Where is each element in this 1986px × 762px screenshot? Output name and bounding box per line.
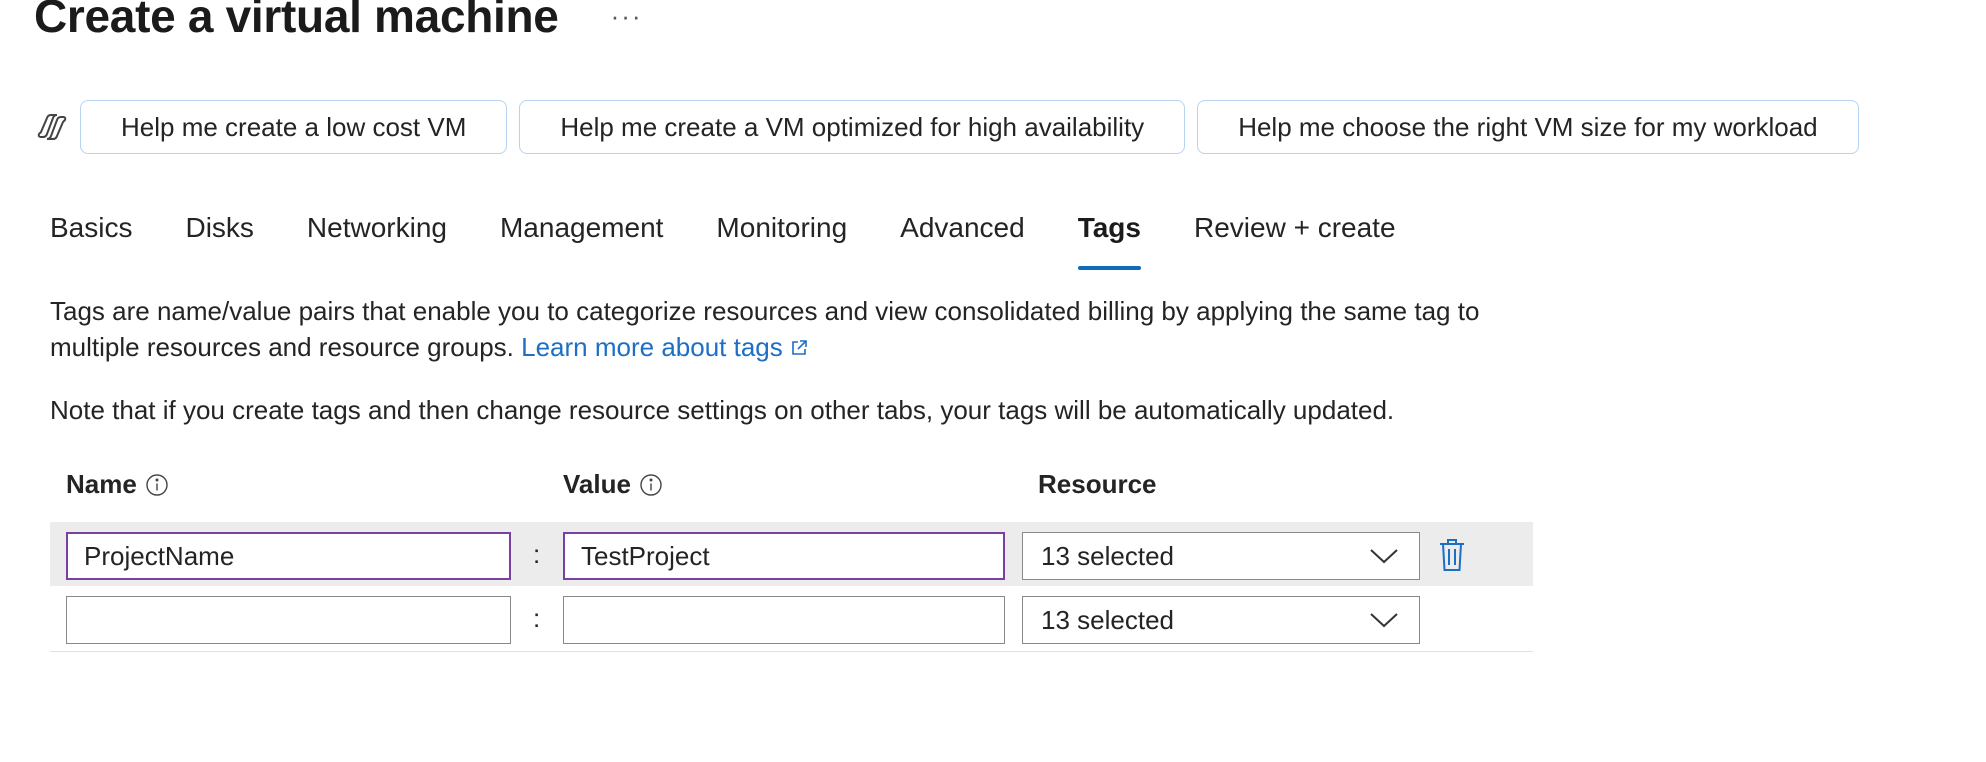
tab-tags[interactable]: Tags [1077, 212, 1142, 270]
external-link-icon [789, 331, 809, 367]
info-icon[interactable] [145, 473, 169, 497]
tab-disks[interactable]: Disks [185, 212, 253, 270]
tag-value-input[interactable] [563, 532, 1005, 580]
tab-networking[interactable]: Networking [307, 212, 447, 270]
resource-dropdown[interactable]: 13 selected [1022, 596, 1420, 644]
delete-tag-icon[interactable] [1438, 538, 1466, 577]
chevron-down-icon [1369, 541, 1399, 572]
page-title: Create a virtual machine [34, 0, 559, 42]
tab-basics[interactable]: Basics [50, 212, 132, 270]
tag-name-input[interactable] [66, 532, 511, 580]
resource-dropdown-value: 13 selected [1041, 604, 1174, 635]
suggestion-vm-size-button[interactable]: Help me choose the right VM size for my … [1197, 100, 1859, 154]
tab-review-create[interactable]: Review + create [1194, 212, 1396, 270]
tab-monitoring[interactable]: Monitoring [716, 212, 847, 270]
tab-bar: Basics Disks Networking Management Monit… [50, 212, 1449, 270]
suggestion-high-availability-button[interactable]: Help me create a VM optimized for high a… [519, 100, 1186, 154]
name-column-header: Name [66, 469, 169, 500]
title-row: Create a virtual machine ··· [34, 0, 643, 46]
value-column-label: Value [563, 469, 631, 499]
table-divider [50, 651, 1533, 652]
value-column-header: Value [563, 469, 663, 500]
learn-more-link-label: Learn more about tags [521, 332, 783, 362]
copilot-icon [34, 109, 70, 145]
resource-dropdown[interactable]: 13 selected [1022, 532, 1420, 580]
name-value-separator: : [533, 539, 541, 569]
info-icon[interactable] [639, 473, 663, 497]
resource-column-header: Resource [1038, 469, 1157, 500]
suggestion-low-cost-vm-button[interactable]: Help me create a low cost VM [80, 100, 508, 154]
learn-more-tags-link[interactable]: Learn more about tags [521, 332, 809, 362]
tag-value-input[interactable] [563, 596, 1005, 644]
resource-column-label: Resource [1038, 469, 1157, 499]
name-value-separator: : [533, 603, 541, 633]
chevron-down-icon [1369, 605, 1399, 636]
resource-dropdown-value: 13 selected [1041, 540, 1174, 571]
tab-advanced[interactable]: Advanced [900, 212, 1025, 270]
more-options-button[interactable]: ··· [611, 0, 643, 36]
tag-name-input[interactable] [66, 596, 511, 644]
tags-note: Note that if you create tags and then ch… [50, 395, 1395, 425]
tab-management[interactable]: Management [500, 212, 663, 270]
copilot-suggestions: Help me create a low cost VM Help me cre… [34, 100, 1871, 154]
name-column-label: Name [66, 469, 137, 499]
tags-description: Tags are name/value pairs that enable yo… [50, 293, 1550, 367]
